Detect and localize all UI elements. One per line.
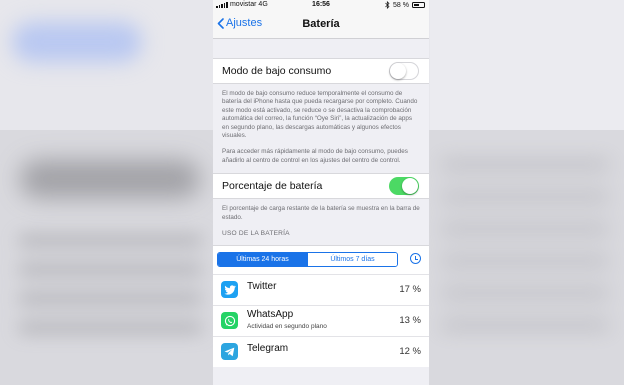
telegram-plane-icon: [221, 343, 238, 361]
phone-screen: movistar 4G 16:56 58 % Ajustes Batería M…: [213, 0, 429, 385]
usage-period-row: Últimas 24 horas Últimos 7 días: [213, 245, 429, 275]
low-power-mode-row: Modo de bajo consumo: [213, 58, 429, 84]
app-usage-row[interactable]: WhatsApp Actividad en segundo plano 13 %: [213, 305, 429, 337]
app-percent: 12 %: [399, 346, 421, 358]
status-bar: movistar 4G 16:56 58 %: [213, 0, 429, 11]
page-title: Batería: [302, 18, 340, 30]
usage-period-segmented-control: Últimas 24 horas Últimos 7 días: [217, 252, 398, 268]
battery-percentage-toggle[interactable]: [389, 177, 419, 196]
app-name: WhatsApp: [247, 309, 294, 321]
battery-percentage-description-text: El porcentaje de carga restante de la ba…: [222, 205, 420, 221]
app-name: Telegram: [247, 343, 289, 355]
toggle-knob: [402, 178, 418, 195]
battery-percentage-label: Porcentaje de batería: [222, 180, 323, 193]
battery-usage-header: USO DE LA BATERÍA: [222, 230, 290, 238]
clock-icon[interactable]: [410, 253, 421, 265]
battery-percent-label: 58 %: [393, 1, 409, 9]
app-subtitle: Actividad en segundo plano: [247, 323, 327, 331]
toggle-knob: [390, 63, 406, 79]
app-percent: 17 %: [399, 284, 421, 296]
tab-last-24-hours[interactable]: Últimas 24 horas: [218, 253, 307, 267]
low-power-control-center-text: Para acceder más rápidamente al modo de …: [222, 148, 408, 164]
app-usage-row[interactable]: Twitter 17 %: [213, 274, 429, 306]
app-usage-row[interactable]: Telegram 12 %: [213, 336, 429, 368]
app-name: Twitter: [247, 281, 277, 293]
low-power-description-text: El modo de bajo consumo reduce temporalm…: [222, 90, 418, 140]
navigation-bar: Ajustes Batería: [213, 11, 429, 39]
whatsapp-phone-icon: [221, 312, 238, 330]
battery-percentage-row: Porcentaje de batería: [213, 173, 429, 200]
twitter-bird-icon: [221, 281, 238, 299]
low-power-mode-label: Modo de bajo consumo: [222, 65, 332, 77]
battery-icon: [412, 2, 425, 8]
low-power-mode-toggle[interactable]: [389, 62, 419, 80]
bluetooth-icon: [385, 1, 390, 9]
battery-percentage-description: El porcentaje de carga restante de la ba…: [213, 199, 429, 222]
tab-last-7-days[interactable]: Últimos 7 días: [307, 253, 397, 267]
low-power-description: El modo de bajo consumo reduce temporalm…: [213, 84, 429, 165]
app-percent: 13 %: [399, 315, 421, 327]
